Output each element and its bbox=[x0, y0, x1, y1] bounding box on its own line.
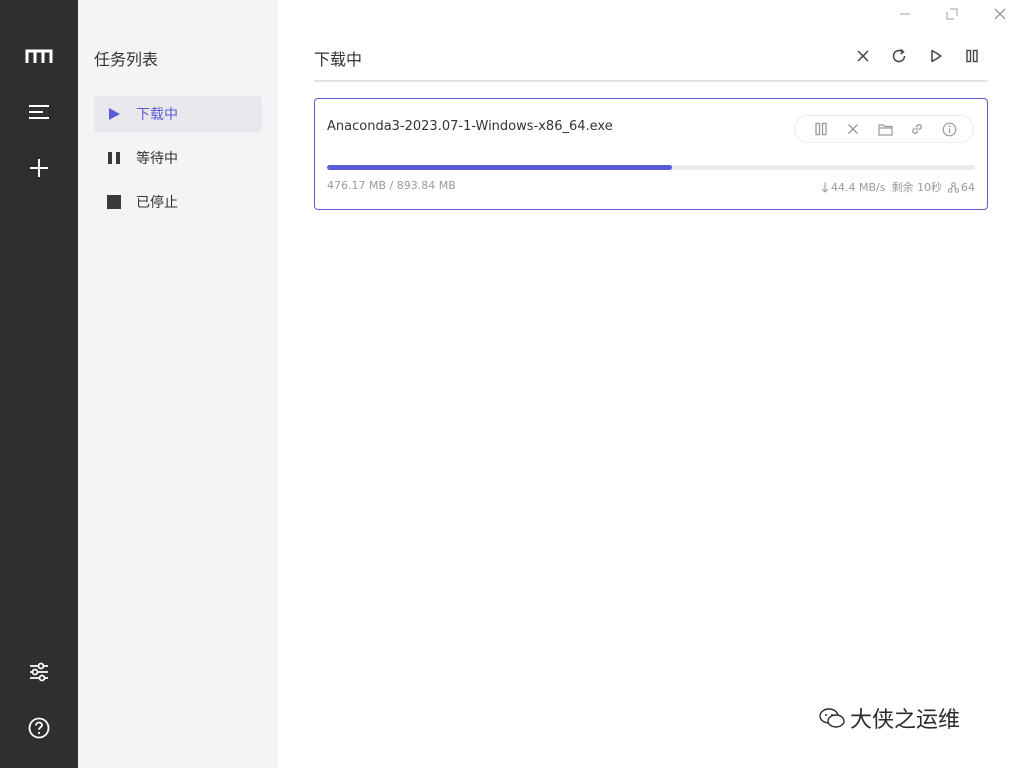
pause-icon bbox=[815, 122, 827, 136]
play-icon bbox=[106, 106, 122, 122]
nav-item-stopped[interactable]: 已停止 bbox=[94, 184, 262, 220]
pause-task-button[interactable] bbox=[811, 119, 831, 139]
remaining-time: 剩余 10秒 bbox=[891, 181, 943, 194]
resume-all-button[interactable] bbox=[924, 44, 948, 68]
page-title: 下载中 bbox=[314, 50, 363, 69]
task-list-title: 任务列表 bbox=[94, 50, 159, 69]
pause-icon bbox=[106, 150, 122, 166]
copy-link-button[interactable] bbox=[907, 119, 927, 139]
speed-text: 44.4 MB/s bbox=[831, 180, 886, 194]
task-card[interactable]: Anaconda3-2023.07-1-Windows-x86_64.exe 4… bbox=[314, 98, 988, 210]
app-window: 任务列表 下载中 等待中 已停止 下载中 Anaconda3-2023.07-1… bbox=[0, 0, 1024, 768]
minimize-icon[interactable] bbox=[890, 4, 920, 24]
add-task-icon[interactable] bbox=[19, 148, 59, 188]
icon-rail bbox=[0, 0, 78, 768]
task-size: 476.17 MB / 893.84 MB bbox=[327, 179, 456, 192]
header-divider bbox=[314, 80, 988, 82]
help-icon[interactable] bbox=[19, 708, 59, 748]
nav-item-downloading[interactable]: 下载中 bbox=[94, 96, 262, 132]
play-icon bbox=[931, 49, 942, 63]
task-list-panel: 任务列表 下载中 等待中 已停止 bbox=[78, 0, 278, 768]
progress-fill bbox=[327, 165, 673, 170]
task-name: Anaconda3-2023.07-1-Windows-x86_64.exe bbox=[327, 119, 613, 134]
wechat-icon bbox=[819, 708, 845, 728]
stop-icon bbox=[106, 194, 122, 210]
task-info-button[interactable] bbox=[939, 119, 959, 139]
logo-icon bbox=[19, 36, 59, 76]
delete-task-button[interactable] bbox=[843, 119, 863, 139]
watermark-text: 大侠之运维 bbox=[850, 708, 961, 733]
close-icon bbox=[857, 50, 869, 62]
main-content: 下载中 Anaconda3-2023.07-1-Windows-x86_64.e… bbox=[278, 0, 1024, 768]
refresh-icon bbox=[892, 48, 906, 63]
nav-item-label: 已停止 bbox=[136, 195, 178, 211]
folder-icon bbox=[877, 123, 893, 136]
connections: 64 bbox=[948, 181, 975, 194]
watermark: 大侠之运维 bbox=[818, 702, 960, 734]
maximize-icon[interactable] bbox=[937, 4, 967, 24]
open-folder-button[interactable] bbox=[875, 119, 895, 139]
connections-count: 64 bbox=[961, 180, 975, 194]
download-speed: 44.4 MB/s bbox=[821, 180, 886, 194]
settings-icon[interactable] bbox=[19, 652, 59, 692]
delete-all-button[interactable] bbox=[851, 44, 875, 68]
arrow-down-icon bbox=[821, 182, 829, 193]
link-icon bbox=[912, 124, 922, 134]
task-actions bbox=[794, 115, 974, 143]
nav-item-label: 下载中 bbox=[136, 107, 178, 123]
pause-all-button[interactable] bbox=[960, 44, 984, 68]
info-icon bbox=[942, 122, 956, 136]
close-icon bbox=[848, 124, 858, 134]
nav-item-waiting[interactable]: 等待中 bbox=[94, 140, 262, 176]
menu-icon[interactable] bbox=[19, 92, 59, 132]
close-window-icon[interactable] bbox=[985, 4, 1015, 24]
nav-item-label: 等待中 bbox=[136, 151, 178, 167]
refresh-button[interactable] bbox=[887, 44, 911, 68]
connections-icon bbox=[948, 181, 959, 193]
pause-icon bbox=[966, 49, 978, 63]
progress-bar bbox=[327, 165, 975, 170]
task-stats: 44.4 MB/s 剩余 10秒 64 bbox=[821, 179, 975, 195]
